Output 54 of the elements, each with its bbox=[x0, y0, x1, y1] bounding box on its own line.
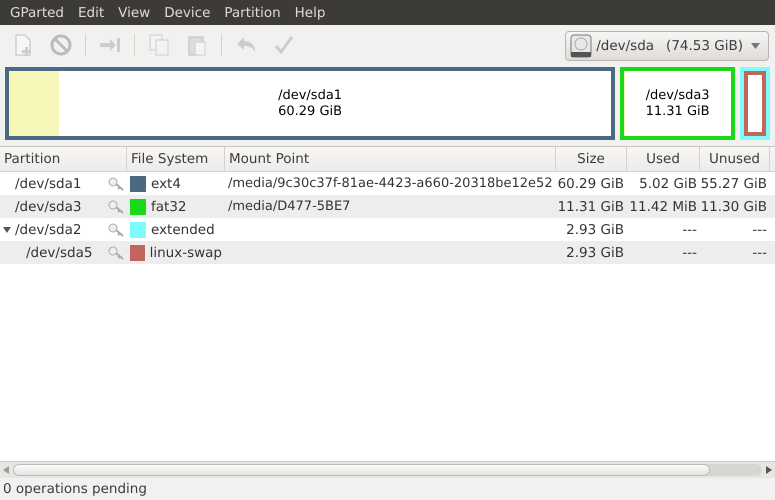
scroll-right-icon[interactable] bbox=[766, 466, 772, 474]
table-cell: 2.93 GiB bbox=[566, 222, 624, 238]
table-cell: --- bbox=[752, 244, 767, 260]
no-entry-icon bbox=[49, 33, 73, 57]
table-cell: extended bbox=[151, 222, 215, 238]
table-cell: --- bbox=[682, 244, 697, 260]
partition-size: 11.31 GiB bbox=[646, 104, 710, 120]
table-cell-text: /dev/sda5 bbox=[25, 244, 94, 260]
column-header[interactable]: Used bbox=[627, 147, 700, 171]
partition-name: /dev/sda1 bbox=[278, 88, 342, 104]
partition-size: 60.29 GiB bbox=[278, 104, 342, 120]
table-cell: fat32 bbox=[151, 198, 186, 214]
column-header[interactable]: Mount Point bbox=[225, 147, 556, 171]
table-cell: 60.29 GiB bbox=[558, 176, 624, 192]
table-cell: linux-swap bbox=[150, 244, 222, 260]
table-cell-text: /dev/sda1 bbox=[15, 176, 82, 192]
device-selector[interactable]: /dev/sda (74.53 GiB) bbox=[565, 31, 769, 61]
table-cell-text: /dev/sda2 bbox=[15, 222, 82, 238]
copy-icon bbox=[147, 33, 171, 57]
key-icon bbox=[108, 246, 124, 260]
scroll-left-icon[interactable] bbox=[3, 466, 9, 474]
table-cell: 11.31 GiB bbox=[558, 198, 624, 214]
column-header[interactable]: Unused bbox=[700, 147, 770, 171]
table-cell-text: /dev/sda3 bbox=[15, 198, 82, 214]
partition-block[interactable]: /dev/sda3 11.31 GiB bbox=[620, 67, 736, 140]
menu-item[interactable]: Device bbox=[157, 4, 218, 20]
menu-item[interactable]: Edit bbox=[71, 4, 112, 20]
menu-item[interactable]: GParted bbox=[3, 4, 71, 20]
menu-item[interactable]: View bbox=[111, 4, 158, 20]
table-cell: 11.42 MiB bbox=[629, 198, 697, 214]
dropdown-arrow-icon bbox=[751, 43, 760, 49]
partition-block[interactable]: /dev/sda1 60.29 GiB bbox=[5, 67, 616, 140]
column-header[interactable]: File System bbox=[127, 147, 225, 171]
checkmark-icon bbox=[272, 33, 296, 57]
table-cell: ext4 bbox=[151, 176, 181, 192]
status-text: 0 operations pending bbox=[3, 481, 147, 497]
table-cell: 2.93 GiB bbox=[566, 244, 624, 260]
key-icon bbox=[108, 222, 124, 236]
expander-icon[interactable] bbox=[3, 226, 11, 234]
table-cell: /media/D477-5BE7 bbox=[228, 199, 350, 214]
menu-item[interactable]: Partition bbox=[217, 4, 288, 20]
scrollbar-thumb[interactable] bbox=[13, 464, 710, 476]
column-header[interactable]: Partition bbox=[0, 147, 127, 171]
table-cell: /media/9c30c37f-81ae-4423-a660-20318be12e52 bbox=[228, 176, 553, 191]
table-cell: --- bbox=[682, 222, 697, 238]
column-header[interactable]: Size bbox=[556, 147, 627, 171]
table-cell: --- bbox=[752, 222, 767, 238]
key-icon bbox=[108, 176, 124, 190]
menu-item[interactable]: Help bbox=[288, 4, 332, 20]
key-icon bbox=[108, 200, 124, 214]
table-cell: 5.02 GiB bbox=[639, 176, 697, 192]
table-cell: 55.27 GiB bbox=[700, 176, 767, 192]
partition-name: /dev/sda3 bbox=[646, 88, 710, 104]
table-cell: 11.30 GiB bbox=[700, 198, 767, 214]
